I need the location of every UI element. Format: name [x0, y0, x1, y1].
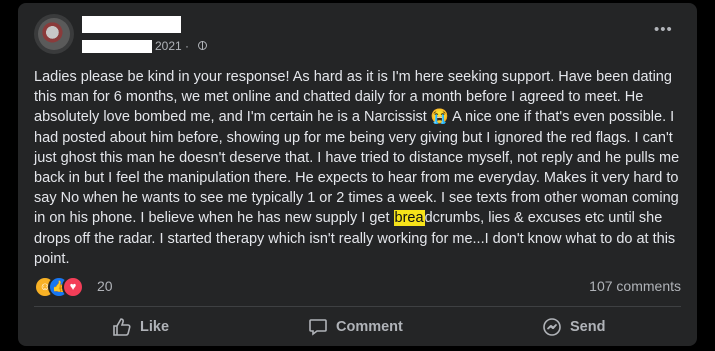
more-options-icon[interactable]: •••	[654, 21, 673, 39]
send-button[interactable]: Send	[542, 315, 605, 339]
avatar[interactable]	[34, 14, 74, 54]
comment-label: Comment	[336, 319, 403, 335]
post-text-part-1: Ladies please be kind in your response! …	[34, 69, 680, 227]
post-text: Ladies please be kind in your response! …	[34, 67, 684, 269]
redacted-date	[82, 40, 152, 53]
send-label: Send	[570, 319, 606, 335]
like-label: Like	[140, 319, 170, 335]
reaction-count[interactable]: 20	[97, 277, 113, 295]
comment-button[interactable]: Comment	[308, 315, 403, 339]
globe-icon	[198, 41, 207, 50]
post-card: 2021 · ••• Ladies please be kind in your…	[18, 3, 697, 346]
love-icon: ♥	[62, 276, 84, 298]
like-button[interactable]: Like	[112, 315, 169, 339]
redacted-author-name	[82, 16, 181, 33]
messenger-icon	[543, 318, 561, 336]
highlighted-text: brea	[393, 210, 425, 227]
thumbs-up-icon	[113, 318, 131, 336]
divider	[34, 306, 681, 307]
post-timestamp[interactable]: 2021 ·	[155, 38, 189, 54]
comment-icon	[309, 319, 327, 336]
comments-count[interactable]: 107 comments	[589, 277, 681, 295]
